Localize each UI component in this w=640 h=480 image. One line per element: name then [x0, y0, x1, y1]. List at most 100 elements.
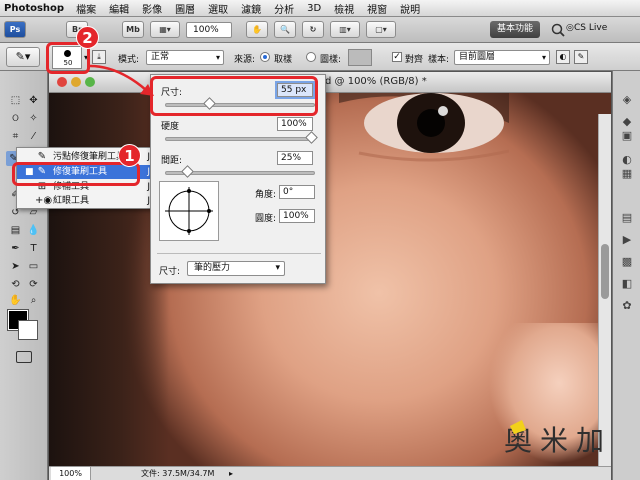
actions-panel-icon[interactable]: ▶	[619, 233, 635, 247]
zoom-tool-icon[interactable]: ⌕	[26, 293, 41, 308]
sample-select[interactable]: 目前圖層	[454, 50, 550, 65]
tools-panel: ⬚ ✥ ଠ ✧ ⌗ ⁄ ✎ ✐ ⊥ ↺ ▱ ▤ 💧 ✒ T ➤ ▭ ⟲ ⟳ ✋ …	[0, 71, 48, 480]
brush-panel-icon[interactable]: ✿	[619, 299, 635, 313]
styles-panel-icon[interactable]: ◧	[619, 277, 635, 291]
spacing-label: 間距:	[161, 156, 183, 166]
rotate-view-button[interactable]: ↻	[302, 21, 324, 38]
source-label: 來源:	[234, 55, 256, 65]
zoom-tool-button[interactable]: 🔍	[274, 21, 296, 38]
menu-layer[interactable]: 圖層	[175, 1, 195, 16]
screen-mode-button[interactable]: ▢▾	[366, 21, 396, 38]
panel-dock: ◈ ◆ ▣ ◐ ▦ ▤ ▶ ▩ ◧ ✿	[612, 71, 640, 480]
menu-image[interactable]: 影像	[142, 1, 162, 16]
history-panel-icon[interactable]: ▤	[619, 211, 635, 225]
cs-live-button[interactable]: CS Live	[574, 23, 607, 33]
brush-angle-circle-icon	[165, 187, 213, 235]
size-control-select[interactable]: 筆的壓力	[187, 261, 285, 276]
hardness-slider-knob[interactable]	[305, 131, 318, 144]
3d-panel-icon[interactable]: ◈	[619, 93, 635, 107]
red-eye-icon: +◉	[35, 195, 53, 206]
masks-panel-icon[interactable]: ▦	[619, 167, 635, 181]
app-menu[interactable]: Photoshop	[4, 3, 64, 14]
zoom-level-select[interactable]: 100%	[186, 22, 232, 38]
tablet-pressure-icon[interactable]: ✎	[574, 50, 588, 64]
adjustments-panel-icon[interactable]: ◐	[619, 153, 635, 167]
layers-panel-icon[interactable]: ◆	[619, 115, 635, 129]
ps-logo: Ps	[4, 21, 26, 38]
spacing-slider-knob[interactable]	[181, 165, 194, 178]
menu-help[interactable]: 說明	[400, 1, 420, 16]
menu-3d[interactable]: 3D	[307, 3, 321, 14]
lasso-tool-icon[interactable]: ଠ	[8, 111, 23, 126]
popup-divider	[157, 253, 321, 254]
document-title: d @ 100% (RGB/8) *	[325, 76, 427, 87]
highlight-size-setting	[150, 76, 318, 116]
channels-panel-icon[interactable]: ▣	[619, 129, 635, 143]
source-pattern-label: 圖樣:	[320, 55, 342, 65]
watermark-logo: 奧 米 加	[504, 420, 604, 457]
crop-tool-icon[interactable]: ⌗	[8, 129, 23, 144]
eyedropper-tool-icon[interactable]: ⁄	[26, 129, 41, 144]
blur-tool-icon[interactable]: 💧	[26, 223, 41, 238]
aligned-checkbox[interactable]: ✓	[392, 52, 402, 62]
brush-angle-preview[interactable]	[159, 181, 219, 241]
spacing-input[interactable]: 25%	[277, 151, 313, 165]
spacing-slider[interactable]	[165, 165, 315, 178]
menu-select[interactable]: 選取	[208, 1, 228, 16]
status-zoom-field[interactable]: 100%	[51, 467, 91, 480]
source-sampled-label: 取樣	[274, 55, 293, 65]
menu-edit[interactable]: 編輯	[109, 1, 129, 16]
hand-tool-icon[interactable]: ✋	[8, 293, 23, 308]
scrollbar-thumb[interactable]	[601, 244, 609, 299]
minimize-window-icon[interactable]	[71, 77, 81, 87]
extras-button[interactable]: ▦▾	[150, 21, 180, 38]
status-bar: 100% 文件: 37.5M/34.7M ▸	[49, 466, 611, 480]
status-menu-arrow-icon[interactable]: ▸	[229, 467, 233, 480]
roundness-input[interactable]: 100%	[279, 209, 315, 223]
menu-bar: Photoshop 檔案 編輯 影像 圖層 選取 濾鏡 分析 3D 檢視 視窗 …	[0, 0, 640, 17]
hardness-label: 硬度	[161, 122, 180, 132]
quick-mask-icon[interactable]	[16, 351, 32, 363]
marquee-tool-icon[interactable]: ⬚	[8, 93, 23, 108]
menu-analysis[interactable]: 分析	[274, 1, 294, 16]
flyout-item-red-eye[interactable]: +◉ 紅眼工具 J	[17, 194, 155, 208]
pen-tool-icon[interactable]: ✒	[8, 241, 23, 256]
roundness-label: 圓度:	[255, 214, 277, 224]
swatches-panel-icon[interactable]: ▩	[619, 255, 635, 269]
move-tool-icon[interactable]: ✥	[26, 93, 41, 108]
step-badge-1: 1	[118, 144, 141, 167]
angle-input[interactable]: 0°	[279, 185, 315, 199]
ignore-adjustment-layers-icon[interactable]: ◐	[556, 50, 570, 64]
search-icon[interactable]	[550, 22, 566, 38]
sample-label: 樣本:	[428, 55, 450, 65]
workspace-button[interactable]: 基本功能	[490, 21, 540, 38]
background-color-swatch[interactable]	[18, 320, 38, 340]
path-select-tool-icon[interactable]: ➤	[8, 259, 23, 274]
3d-rotate-tool-icon[interactable]: ⟲	[8, 277, 23, 292]
minibridge-button[interactable]: Mb	[122, 21, 144, 38]
hardness-slider[interactable]	[165, 131, 318, 144]
arrange-documents-button[interactable]: ▥▾	[330, 21, 360, 38]
type-tool-icon[interactable]: T	[26, 241, 41, 256]
hand-tool-button[interactable]: ✋	[246, 21, 268, 38]
size-control-label: 尺寸:	[159, 267, 181, 277]
menu-view[interactable]: 檢視	[334, 1, 354, 16]
pattern-picker[interactable]	[348, 49, 372, 66]
mode-select[interactable]: 正常	[146, 50, 224, 65]
hardness-input[interactable]: 100%	[277, 117, 313, 131]
source-sampled-radio[interactable]	[260, 52, 270, 62]
gradient-tool-icon[interactable]: ▤	[8, 223, 23, 238]
document-size-info[interactable]: 文件: 37.5M/34.7M	[141, 467, 214, 480]
menu-filter[interactable]: 濾鏡	[241, 1, 261, 16]
vertical-scrollbar[interactable]	[598, 114, 611, 466]
shape-tool-icon[interactable]: ▭	[26, 259, 41, 274]
source-pattern-radio[interactable]	[306, 52, 316, 62]
menu-window[interactable]: 視窗	[367, 1, 387, 16]
3d-orbit-tool-icon[interactable]: ⟳	[26, 277, 41, 292]
menu-file[interactable]: 檔案	[76, 1, 96, 16]
angle-label: 角度:	[255, 190, 277, 200]
annotation-arrow-icon	[89, 64, 154, 96]
close-window-icon[interactable]	[57, 77, 67, 87]
tool-preset-picker[interactable]: ✎▾	[6, 47, 40, 67]
quick-select-tool-icon[interactable]: ✧	[26, 111, 41, 126]
